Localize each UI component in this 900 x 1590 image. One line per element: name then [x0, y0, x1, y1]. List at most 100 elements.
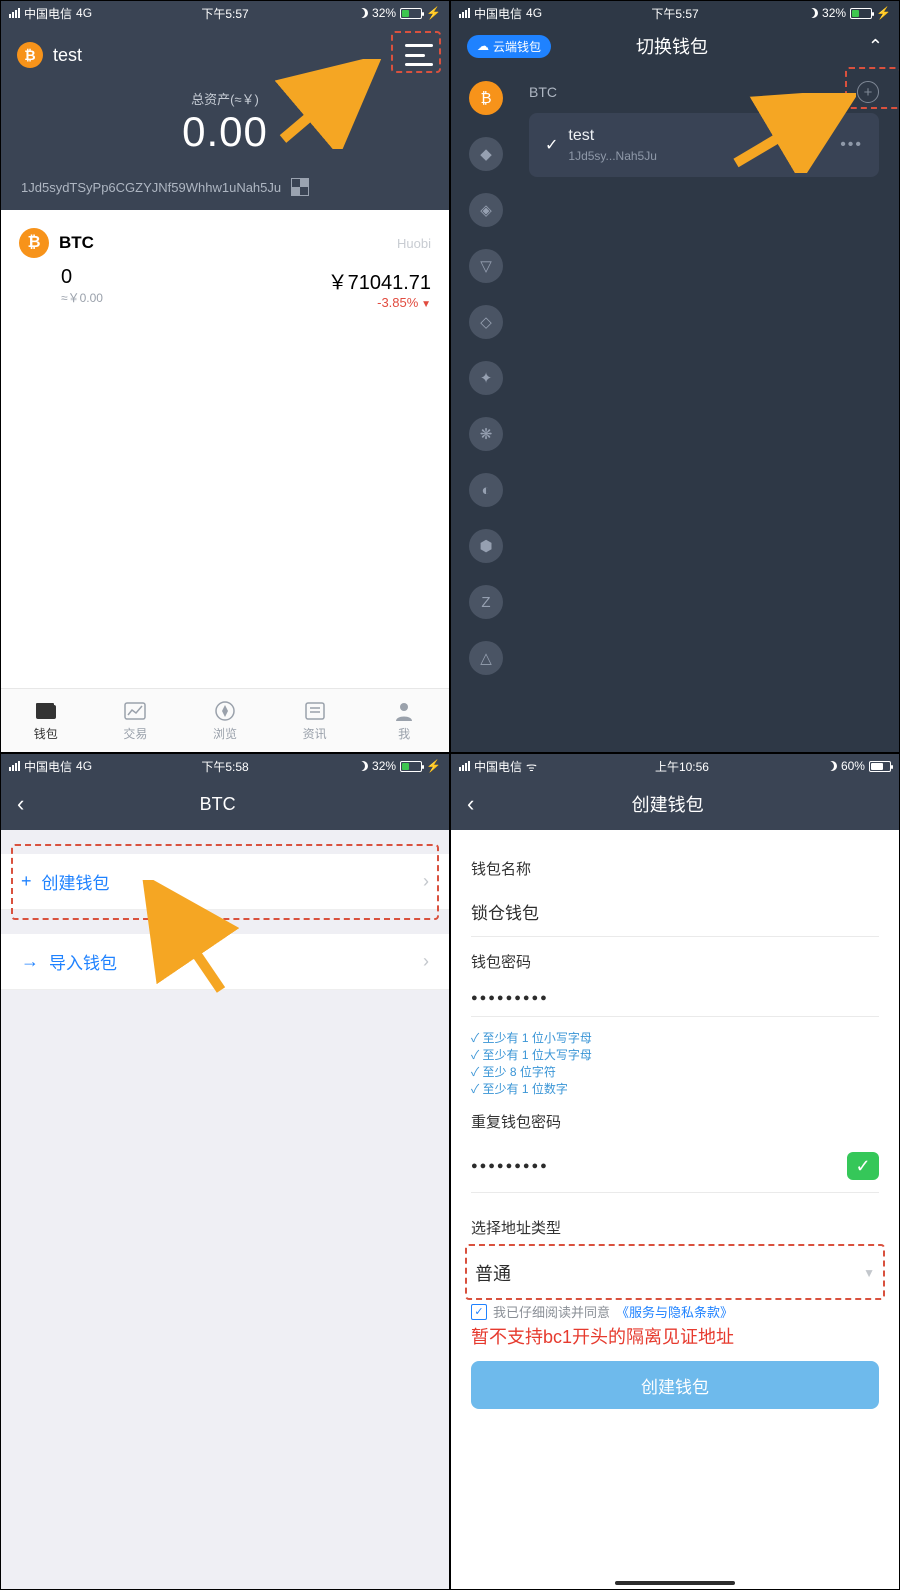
- section-label: BTC: [529, 84, 557, 100]
- wallet-icon: [35, 700, 57, 722]
- tab-news[interactable]: 资讯: [270, 689, 360, 752]
- coin-price: ￥71041.71: [328, 266, 431, 295]
- battery-icon: [400, 8, 422, 19]
- back-icon[interactable]: ‹: [467, 791, 474, 817]
- network-label: 4G: [76, 6, 92, 20]
- page-title: 创建钱包: [632, 791, 704, 817]
- status-bar: 中国电信 4G 下午5:58 32% ⚡: [1, 754, 449, 778]
- clock: 下午5:57: [201, 5, 248, 22]
- dropdown-icon: ▼: [863, 1266, 875, 1280]
- carrier-label: 中国电信: [24, 5, 72, 22]
- coin-symbol: BTC: [59, 233, 94, 253]
- rail-bnb-icon[interactable]: ◇: [469, 305, 503, 339]
- charging-icon: ⚡: [426, 759, 441, 773]
- name-input[interactable]: 锁仓钱包: [471, 889, 879, 937]
- tab-browse[interactable]: 浏览: [180, 689, 270, 752]
- password2-label: 重复钱包密码: [471, 1111, 879, 1132]
- moon-icon: [827, 761, 837, 771]
- password-input[interactable]: ●●●●●●●●●: [471, 982, 879, 1017]
- clock: 下午5:58: [201, 758, 248, 775]
- import-wallet-row[interactable]: → 导入钱包 ›: [1, 934, 449, 990]
- signal-bars-icon: [459, 761, 470, 771]
- total-asset-value: 0.00: [17, 108, 433, 156]
- screen-wallet-home: 中国电信 4G 下午5:57 32% ⚡ ₿ test 总资产(≈￥) 0.00…: [0, 0, 450, 753]
- plus-icon: +: [21, 871, 32, 892]
- wallet-address[interactable]: 1Jd5sydTSyPp6CGZYJNf59Whhw1uNah5Ju: [21, 180, 281, 195]
- news-icon: [304, 700, 326, 722]
- create-wallet-row[interactable]: + 创建钱包 ›: [1, 854, 449, 910]
- signal-bars-icon: [9, 761, 20, 771]
- signal-bars-icon: [9, 8, 20, 18]
- moon-icon: [358, 8, 368, 18]
- checkbox-icon[interactable]: ✓: [471, 1304, 487, 1320]
- password-requirements: 至少有 1 位小写字母 至少有 1 位大写字母 至少 8 位字符 至少有 1 位…: [471, 1029, 879, 1097]
- rail-eth-icon[interactable]: ◆: [469, 137, 503, 171]
- name-label: 钱包名称: [471, 858, 879, 879]
- wallet-address-short: 1Jd5sy...Nah5Ju: [568, 149, 657, 163]
- compass-icon: [214, 700, 236, 722]
- more-icon[interactable]: •••: [840, 136, 863, 154]
- status-bar: 中国电信 ᯤ 上午10:56 60%: [451, 754, 899, 778]
- chevron-right-icon: ›: [423, 951, 429, 972]
- add-wallet-icon[interactable]: +: [857, 81, 879, 103]
- rail-more-icon[interactable]: △: [469, 641, 503, 675]
- btc-icon: ₿: [17, 42, 43, 68]
- cloud-wallet-badge[interactable]: ☁ 云端钱包: [467, 35, 551, 58]
- clock: 上午10:56: [655, 758, 709, 775]
- wallet-name: test: [568, 127, 657, 145]
- screen-btc-actions: 中国电信 4G 下午5:58 32% ⚡ ‹ BTC + 创建钱包 › → 导入…: [0, 753, 450, 1590]
- battery-icon: [850, 8, 872, 19]
- charging-icon: ⚡: [876, 6, 891, 20]
- terms-link[interactable]: 《服务与隐私条款》: [616, 1302, 733, 1321]
- charging-icon: ⚡: [426, 6, 441, 20]
- rail-trx-icon[interactable]: ▽: [469, 249, 503, 283]
- coin-row-btc[interactable]: ₿ BTC Huobi: [1, 210, 449, 266]
- clock: 下午5:57: [651, 5, 698, 22]
- addr-type-label: 选择地址类型: [471, 1217, 879, 1238]
- chart-icon: [124, 700, 146, 722]
- page-title: 切换钱包: [636, 33, 708, 59]
- status-bar: 中国电信 4G 下午5:57 32% ⚡: [451, 1, 899, 25]
- battery-icon: [869, 761, 891, 772]
- rail-ont-icon[interactable]: ◐: [469, 473, 503, 507]
- screen-create-wallet: 中国电信 ᯤ 上午10:56 60% ‹ 创建钱包 钱包名称 锁仓钱包 钱包密码…: [450, 753, 900, 1590]
- btc-icon: ₿: [19, 228, 49, 258]
- home-indicator: [615, 1581, 735, 1585]
- addr-type-select[interactable]: 普通 ▼: [471, 1248, 879, 1298]
- coin-values: 0 ≈￥0.00 ￥71041.71 -3.85%: [1, 266, 449, 318]
- check-icon: ✓: [545, 135, 558, 155]
- rail-link-icon[interactable]: ⬢: [469, 529, 503, 563]
- menu-icon[interactable]: [405, 44, 433, 66]
- status-bar: 中国电信 4G 下午5:57 32% ⚡: [1, 1, 449, 25]
- back-icon[interactable]: ‹: [17, 791, 24, 817]
- coin-fiat: ≈￥0.00: [61, 289, 103, 306]
- rail-atom-icon[interactable]: ✦: [469, 361, 503, 395]
- rail-zil-icon[interactable]: Z: [469, 585, 503, 619]
- warning-text: 暂不支持bc1开头的隔离见证地址: [471, 1323, 879, 1349]
- tab-wallet[interactable]: 钱包: [1, 689, 91, 752]
- rail-btc-icon[interactable]: ₿: [469, 81, 503, 115]
- create-wallet-button[interactable]: 创建钱包: [471, 1361, 879, 1409]
- password-label: 钱包密码: [471, 951, 879, 972]
- rail-eos-icon[interactable]: ◈: [469, 193, 503, 227]
- coin-source: Huobi: [397, 236, 431, 251]
- screen-switch-wallet: 中国电信 4G 下午5:57 32% ⚡ ☁ 云端钱包 切换钱包 ⌃ ₿ ◆ ◈…: [450, 0, 900, 753]
- chevron-up-icon[interactable]: ⌃: [868, 36, 883, 57]
- agree-row[interactable]: ✓ 我已仔细阅读并同意 《服务与隐私条款》: [471, 1302, 879, 1321]
- wallet-card[interactable]: ✓ test 1Jd5sy...Nah5Ju •••: [529, 113, 879, 177]
- chevron-right-icon: ›: [423, 871, 429, 892]
- page-title: BTC: [200, 794, 236, 815]
- checkmark-icon: ✓: [847, 1152, 879, 1180]
- password2-input[interactable]: ●●●●●●●●● ✓: [471, 1142, 879, 1193]
- moon-icon: [358, 761, 368, 771]
- coin-rail: ₿ ◆ ◈ ▽ ◇ ✦ ❋ ◐ ⬢ Z △: [451, 67, 521, 752]
- bottom-tab-bar: 钱包 交易 浏览 资讯 我: [1, 688, 449, 752]
- tab-trade[interactable]: 交易: [91, 689, 181, 752]
- cloud-icon: ☁: [477, 39, 489, 53]
- rail-iost-icon[interactable]: ❋: [469, 417, 503, 451]
- qr-icon[interactable]: [291, 178, 309, 196]
- coin-change: -3.85%: [328, 295, 431, 310]
- arrow-right-icon: →: [21, 951, 39, 972]
- tab-me[interactable]: 我: [359, 689, 449, 752]
- signal-bars-icon: [459, 8, 470, 18]
